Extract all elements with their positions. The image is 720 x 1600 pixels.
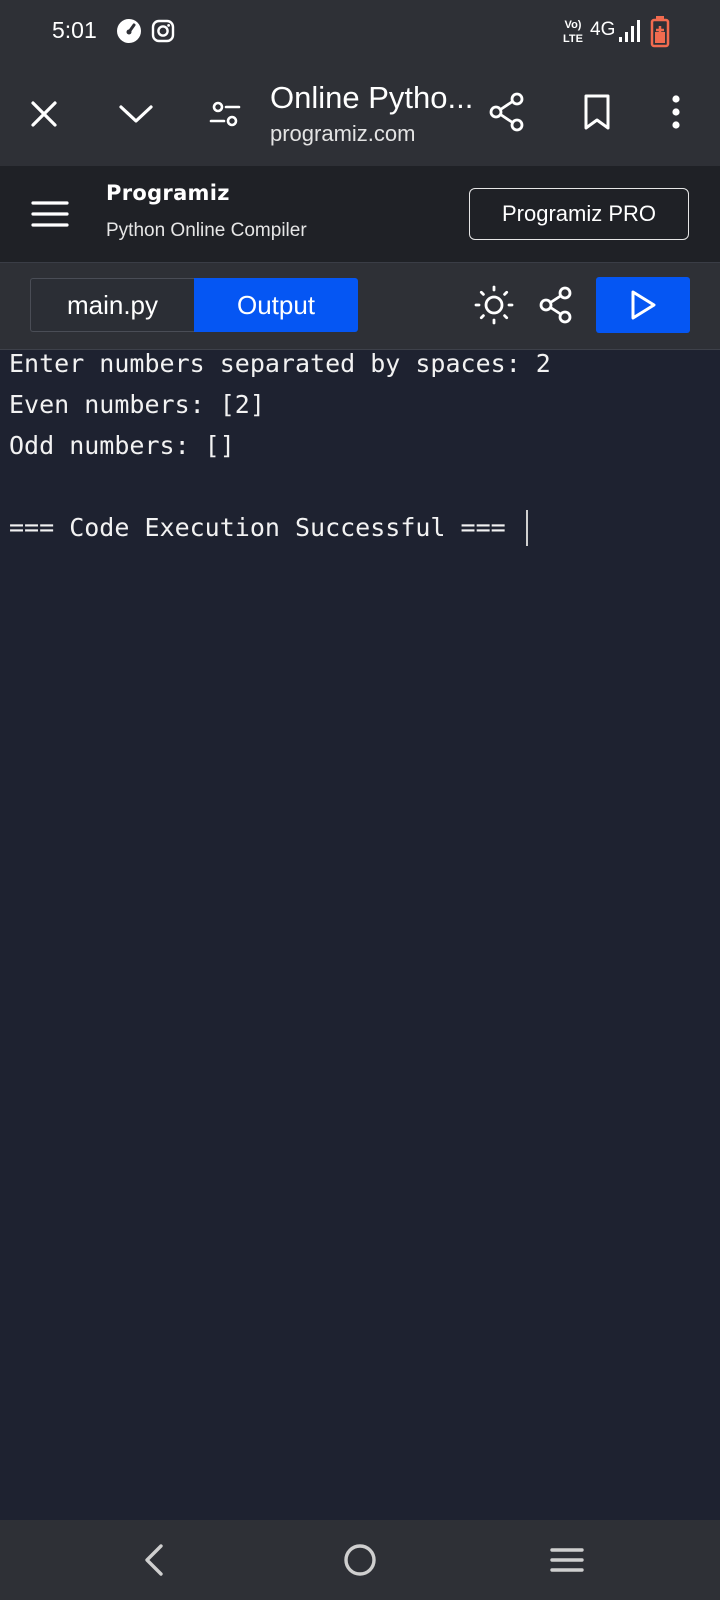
execution-status-line: === Code Execution Successful ===	[9, 513, 506, 542]
instagram-icon	[151, 19, 175, 43]
svg-text:LTE: LTE	[563, 33, 583, 45]
site-settings-icon	[209, 101, 241, 127]
play-icon	[631, 290, 656, 320]
more-icon	[672, 95, 680, 129]
output-line: Enter numbers separated by spaces: 2	[9, 349, 551, 378]
compiler-subtitle: Python Online Compiler	[106, 220, 307, 241]
sun-icon	[474, 285, 514, 325]
menu-icon	[31, 201, 69, 227]
site-header: Programiz Python Online Compiler Program…	[0, 166, 720, 263]
hamburger-menu-button[interactable]	[26, 190, 74, 238]
output-line: Even numbers: [2]	[9, 390, 265, 419]
share-page-button[interactable]	[483, 88, 531, 136]
share-icon	[539, 286, 572, 324]
bookmark-icon	[584, 94, 610, 130]
recents-icon	[550, 1548, 584, 1572]
share-code-button[interactable]	[534, 283, 578, 327]
brand-logo[interactable]: Programiz	[106, 181, 230, 205]
back-button[interactable]	[128, 1534, 180, 1586]
system-nav-bar	[0, 1520, 720, 1600]
status-bar: 5:01 Vo) LTE 4G	[0, 0, 720, 64]
output-console[interactable]: Enter numbers separated by spaces: 2 Eve…	[0, 349, 720, 1520]
svg-text:Vo): Vo)	[565, 19, 582, 31]
chevron-down-icon	[119, 105, 153, 123]
back-icon	[145, 1544, 163, 1576]
theme-toggle-button[interactable]	[472, 283, 516, 327]
home-button[interactable]	[334, 1534, 386, 1586]
bookmark-button[interactable]	[573, 88, 621, 136]
tab-main-py[interactable]: main.py	[30, 278, 194, 332]
volte-icon: Vo) LTE	[563, 19, 583, 45]
close-icon	[31, 101, 57, 127]
network-type-label: 4G	[590, 19, 616, 40]
text-cursor	[526, 510, 528, 546]
minimize-button[interactable]	[112, 90, 160, 138]
run-button[interactable]	[596, 277, 690, 333]
page-url[interactable]: programiz.com	[270, 121, 415, 147]
share-icon	[489, 92, 524, 132]
programiz-pro-button[interactable]: Programiz PRO	[469, 188, 689, 240]
speedometer-icon	[117, 19, 141, 43]
site-settings-button[interactable]	[201, 90, 249, 138]
battery-icon	[650, 16, 670, 48]
tab-output[interactable]: Output	[194, 278, 358, 332]
signal-icon	[619, 20, 640, 42]
browser-toolbar: Online Pytho... programiz.com	[0, 64, 720, 166]
home-icon	[344, 1544, 376, 1576]
output-line: Odd numbers: []	[9, 431, 235, 460]
recents-button[interactable]	[541, 1534, 593, 1586]
editor-tab-bar: main.py Output	[0, 263, 720, 350]
close-tab-button[interactable]	[20, 90, 68, 138]
page-title[interactable]: Online Pytho...	[270, 80, 473, 116]
more-options-button[interactable]	[652, 88, 700, 136]
status-time: 5:01	[52, 17, 97, 43]
